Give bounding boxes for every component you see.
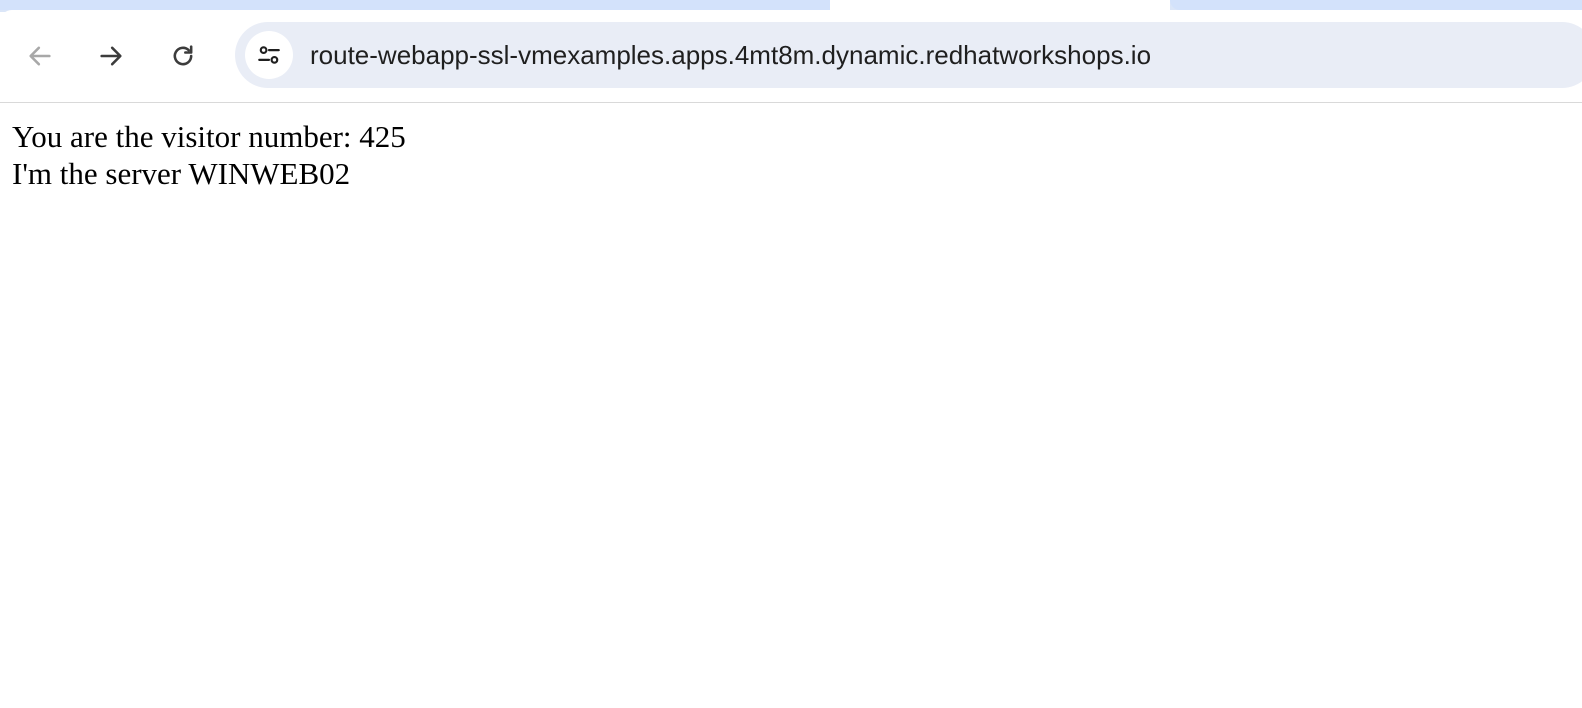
arrow-right-icon <box>100 46 122 66</box>
tab-inactive-left[interactable] <box>0 0 845 10</box>
browser-toolbar: route-webapp-ssl-vmexamples.apps.4mt8m.d… <box>0 10 1582 103</box>
tune-icon <box>258 46 280 64</box>
address-bar[interactable]: route-webapp-ssl-vmexamples.apps.4mt8m.d… <box>235 22 1582 88</box>
arrow-left-icon <box>29 46 51 66</box>
reload-button[interactable] <box>163 36 203 76</box>
tab-inactive-right[interactable] <box>1170 0 1582 10</box>
page-content: You are the visitor number: 425 I'm the … <box>12 118 406 192</box>
visitor-count-text: You are the visitor number: 425 <box>12 119 406 154</box>
server-name-text: I'm the server WINWEB02 <box>12 156 351 191</box>
forward-button[interactable] <box>91 36 131 76</box>
back-button[interactable] <box>20 36 60 76</box>
reload-icon <box>173 45 193 66</box>
url-text[interactable]: route-webapp-ssl-vmexamples.apps.4mt8m.d… <box>310 22 1151 88</box>
site-info-button[interactable] <box>245 31 293 79</box>
